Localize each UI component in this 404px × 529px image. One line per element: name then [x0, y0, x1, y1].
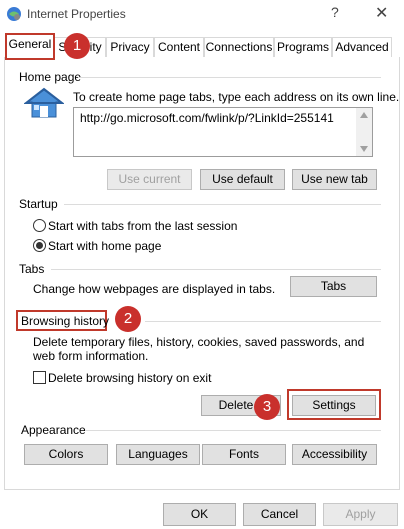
use-default-button[interactable]: Use default	[200, 169, 285, 190]
home-page-group-line	[78, 77, 381, 78]
browsing-history-description: Delete temporary files, history, cookies…	[33, 335, 365, 363]
browsing-history-group-title: Browsing history	[21, 314, 110, 328]
help-button[interactable]: ?	[331, 4, 339, 20]
radio-home-page-label[interactable]: Start with home page	[48, 239, 161, 253]
scroll-down-icon[interactable]	[360, 146, 368, 152]
url-scrollbar[interactable]	[356, 108, 372, 156]
radio-last-session[interactable]	[33, 219, 46, 232]
settings-button[interactable]: Settings	[292, 395, 376, 416]
home-page-url-text: http://go.microsoft.com/fwlink/p/?LinkId…	[80, 111, 334, 125]
radio-last-session-label[interactable]: Start with tabs from the last session	[48, 219, 237, 233]
languages-button[interactable]: Languages	[116, 444, 200, 465]
use-new-tab-button[interactable]: Use new tab	[292, 169, 377, 190]
tabs-group-line	[51, 269, 381, 270]
fonts-button[interactable]: Fonts	[202, 444, 286, 465]
home-page-description: To create home page tabs, type each addr…	[73, 90, 400, 104]
colors-button[interactable]: Colors	[24, 444, 108, 465]
delete-on-exit-checkbox[interactable]	[33, 371, 46, 384]
startup-group-title: Startup	[19, 197, 58, 211]
use-current-button[interactable]: Use current	[107, 169, 192, 190]
apply-button[interactable]: Apply	[323, 503, 398, 526]
tabs-button[interactable]: Tabs	[290, 276, 377, 297]
tabs-description: Change how webpages are displayed in tab…	[33, 282, 276, 296]
tab-connections[interactable]: Connections	[204, 37, 274, 58]
browsing-history-group-line	[145, 321, 381, 322]
appearance-group-title: Appearance	[21, 423, 86, 437]
tab-programs[interactable]: Programs	[274, 37, 332, 58]
startup-group-line	[64, 204, 381, 205]
step-badge-1: 1	[64, 33, 90, 59]
home-page-group-title: Home page	[19, 70, 82, 84]
accessibility-button[interactable]: Accessibility	[292, 444, 377, 465]
tabs-group-title: Tabs	[19, 262, 45, 276]
window-title: Internet Properties	[27, 7, 126, 21]
radio-home-page[interactable]	[33, 239, 46, 252]
house-icon	[24, 87, 64, 118]
home-page-url-field[interactable]: http://go.microsoft.com/fwlink/p/?LinkId…	[73, 107, 373, 157]
step-badge-2: 2	[115, 306, 141, 332]
cancel-button[interactable]: Cancel	[243, 503, 316, 526]
step-badge-3: 3	[254, 394, 280, 420]
scroll-up-icon[interactable]	[360, 112, 368, 118]
internet-options-icon	[7, 7, 21, 21]
tab-content[interactable]: Content	[154, 37, 204, 58]
general-tab-highlight	[5, 33, 55, 60]
tab-privacy[interactable]: Privacy	[106, 37, 154, 58]
tab-advanced[interactable]: Advanced	[332, 37, 392, 58]
appearance-group-line	[86, 430, 381, 431]
close-button[interactable]: ✕	[375, 3, 388, 23]
title-bar: Internet Properties ? ✕	[0, 0, 404, 30]
ok-button[interactable]: OK	[163, 503, 236, 526]
delete-on-exit-label[interactable]: Delete browsing history on exit	[48, 371, 211, 385]
